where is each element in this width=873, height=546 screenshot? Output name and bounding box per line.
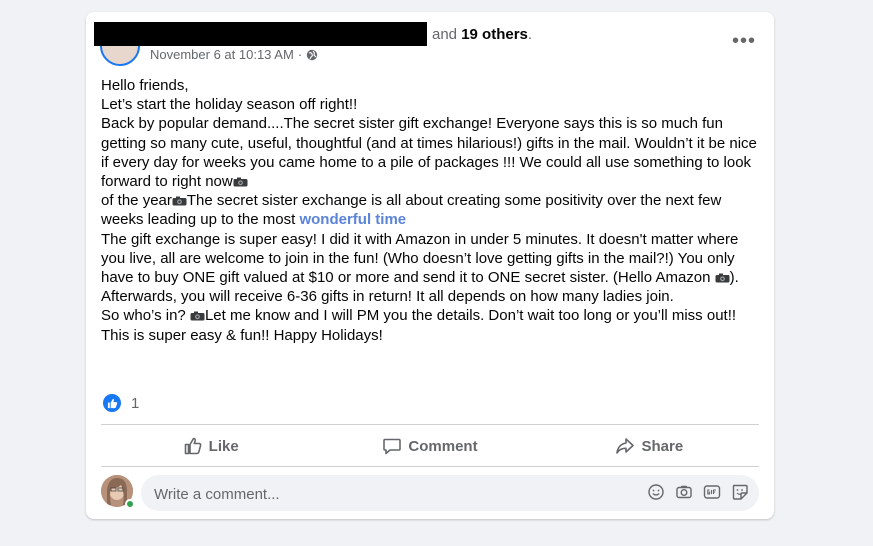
post-paragraph: The gift exchange is super easy! I did i… xyxy=(101,230,761,307)
share-arrow-icon xyxy=(616,438,635,454)
camera-emoji-icon xyxy=(190,311,205,321)
globe-icon xyxy=(306,49,318,60)
divider xyxy=(101,424,759,425)
post-line: This is super easy & fun!! Happy Holiday… xyxy=(101,326,383,344)
camera-icon[interactable] xyxy=(675,483,693,501)
comment-box[interactable] xyxy=(141,475,759,513)
post-actions: Like Comment Share xyxy=(101,426,759,466)
comment-input[interactable] xyxy=(152,475,636,513)
comment-label: Comment xyxy=(408,437,478,455)
others-link[interactable]: 19 others xyxy=(461,26,528,43)
post-body: Hello friends, Let’s start the holiday s… xyxy=(101,76,761,345)
online-status-dot xyxy=(125,499,135,509)
smiley-icon[interactable] xyxy=(647,483,665,501)
share-button[interactable]: Share xyxy=(540,426,759,466)
post-card: and 19 others. November 6 at 10:13 AM · … xyxy=(86,12,774,519)
more-options-button[interactable]: ••• xyxy=(732,31,756,51)
comment-composer xyxy=(101,475,759,513)
post-text-segment: Let me know and I will PM you the detail… xyxy=(204,307,737,325)
post-paragraph: Back by popular demand....The secret sis… xyxy=(101,114,761,191)
sticker-icon[interactable] xyxy=(731,483,749,501)
like-button[interactable]: Like xyxy=(101,426,320,466)
tagged-names[interactable]: and 19 others. xyxy=(432,26,532,43)
post-text-segment: Back by popular demand....The secret sis… xyxy=(101,115,757,191)
post-text-segment: of the year xyxy=(101,192,172,210)
reaction-count: 1 xyxy=(131,394,140,412)
meta-separator: · xyxy=(297,47,303,62)
like-label: Like xyxy=(208,437,239,455)
wonderful-time-link[interactable]: wonderful time xyxy=(299,211,406,228)
speech-bubble-icon xyxy=(383,438,402,455)
camera-emoji-icon xyxy=(172,196,187,206)
redacted-author-names xyxy=(94,22,427,46)
comment-tools xyxy=(647,483,749,501)
period-text: . xyxy=(527,26,533,43)
divider xyxy=(101,466,759,467)
post-paragraph: of the year The secret sister exchange is… xyxy=(101,191,761,229)
post-header: and 19 others. November 6 at 10:13 AM · … xyxy=(86,12,774,72)
post-line: Let’s start the holiday season off right… xyxy=(101,96,358,114)
share-label: Share xyxy=(641,437,684,455)
camera-emoji-icon xyxy=(715,273,730,283)
post-paragraph: So who’s in? Let me know and I will PM y… xyxy=(101,306,761,325)
comment-button[interactable]: Comment xyxy=(320,426,539,466)
post-text-segment: The gift exchange is super easy! I did i… xyxy=(101,230,739,287)
post-meta: November 6 at 10:13 AM · xyxy=(150,47,318,62)
thumbs-up-icon xyxy=(184,437,202,455)
camera-emoji-icon xyxy=(233,177,248,187)
post-line: Hello friends, xyxy=(101,77,189,94)
gif-icon[interactable] xyxy=(703,483,721,501)
post-text-segment: So who’s in? xyxy=(101,307,190,325)
like-reaction-icon xyxy=(103,394,121,412)
post-text-segment: The secret sister exchange is all about … xyxy=(101,192,722,229)
and-text: and xyxy=(432,26,458,43)
reactions-summary[interactable]: 1 xyxy=(103,394,139,412)
timestamp[interactable]: November 6 at 10:13 AM xyxy=(150,47,294,62)
